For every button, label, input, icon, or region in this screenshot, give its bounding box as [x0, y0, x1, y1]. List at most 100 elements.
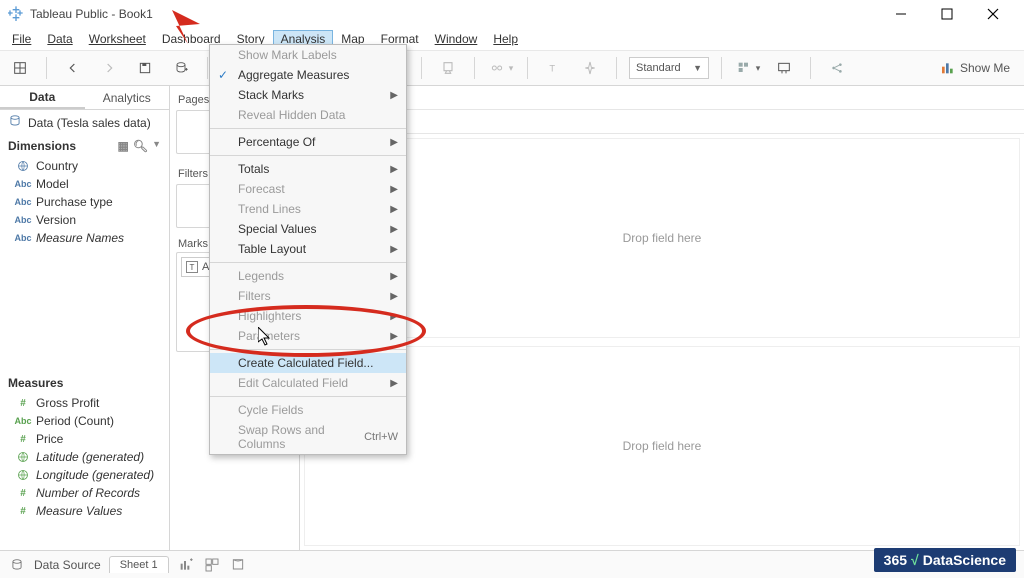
dimension-field[interactable]: AbcMeasure Names — [0, 229, 169, 247]
dimension-field[interactable]: Country — [0, 157, 169, 175]
new-dashboard-button[interactable] — [203, 556, 221, 574]
menu-parameters[interactable]: Parameters▶ — [210, 326, 406, 346]
minimize-button[interactable] — [878, 0, 924, 28]
search-icon[interactable]: 🔍︎ — [133, 139, 148, 153]
drop-zone-1[interactable]: Drop field here — [304, 138, 1020, 338]
field-label: Country — [36, 159, 78, 173]
workarea: Data Analytics Data (Tesla sales data) D… — [0, 86, 1024, 550]
field-label: Longitude (generated) — [36, 468, 154, 482]
menu-worksheet[interactable]: Worksheet — [81, 30, 154, 48]
measure-field[interactable]: Longitude (generated) — [0, 466, 169, 484]
menu-highlighters[interactable]: Highlighters▶ — [210, 306, 406, 326]
measures-header: Measures — [0, 372, 169, 394]
menu-window[interactable]: Window — [427, 30, 486, 48]
pin-button[interactable] — [576, 55, 604, 81]
group-button[interactable]: ▾ — [487, 55, 515, 81]
menu-create-calculated-field[interactable]: Create Calculated Field... — [210, 353, 406, 373]
watermark-prefix: 365 — [884, 552, 907, 568]
abc-icon: Abc — [16, 233, 30, 243]
dimensions-header: Dimensions ▦ 🔍︎ ▼ — [0, 135, 169, 157]
menu-swap-rows-columns[interactable]: Swap Rows and ColumnsCtrl+W — [210, 420, 406, 454]
watermark-brand: DataScience — [923, 552, 1006, 568]
field-label: Gross Profit — [36, 396, 99, 410]
drop-zone-2[interactable]: Drop field here — [304, 346, 1020, 546]
menu-edit-calculated-field[interactable]: Edit Calculated Field▶ — [210, 373, 406, 393]
close-button[interactable] — [970, 0, 1016, 28]
tab-data[interactable]: Data — [0, 86, 85, 109]
redo-button[interactable] — [95, 55, 123, 81]
field-label: Purchase type — [36, 195, 113, 209]
view-mode-icon[interactable]: ▦ — [118, 139, 129, 153]
maximize-button[interactable] — [924, 0, 970, 28]
measure-field[interactable]: #Price — [0, 430, 169, 448]
abc-icon: Abc — [16, 179, 30, 189]
field-label: Number of Records — [36, 486, 140, 500]
menu-totals[interactable]: Totals▶ — [210, 159, 406, 179]
menu-forecast[interactable]: Forecast▶ — [210, 179, 406, 199]
show-me-label: Show Me — [960, 61, 1010, 75]
menu-special-values[interactable]: Special Values▶ — [210, 219, 406, 239]
datasource-row[interactable]: Data (Tesla sales data) — [0, 110, 169, 135]
canvas: Drop field here Drop field here — [300, 86, 1024, 550]
menu-trend-lines[interactable]: Trend Lines▶ — [210, 199, 406, 219]
chevron-down-icon: ▼ — [693, 63, 702, 73]
field-label: Version — [36, 213, 76, 227]
window-title: Tableau Public - Book1 — [30, 7, 878, 21]
measure-field[interactable]: #Measure Values — [0, 502, 169, 520]
labels-button[interactable]: T — [540, 55, 568, 81]
hash-icon: # — [16, 488, 30, 499]
globe-icon — [16, 469, 30, 481]
measures-label: Measures — [8, 376, 63, 390]
text-icon: T — [186, 261, 198, 273]
checkmark-icon: √ — [911, 552, 919, 568]
new-story-button[interactable] — [229, 556, 247, 574]
abc-icon: Abc — [16, 215, 30, 225]
menu-table-layout[interactable]: Table Layout▶ — [210, 239, 406, 259]
menu-file[interactable]: File — [4, 30, 39, 48]
dimension-field[interactable]: AbcPurchase type — [0, 193, 169, 211]
dimension-field[interactable]: Abc Model — [0, 175, 169, 193]
analysis-dropdown-menu: Show Mark Labels ✓Aggregate Measures Sta… — [209, 44, 407, 455]
field-label: Model — [36, 177, 69, 191]
save-button[interactable] — [131, 55, 159, 81]
rows-shelf[interactable] — [300, 110, 1024, 134]
measure-field[interactable]: Abc Period (Count) — [0, 412, 169, 430]
measure-field[interactable]: # Number of Records — [0, 484, 169, 502]
menu-chevron-icon[interactable]: ▼ — [152, 139, 161, 153]
menu-stack-marks[interactable]: Stack Marks▶ — [210, 85, 406, 105]
globe-icon — [16, 160, 30, 172]
menu-percentage-of[interactable]: Percentage Of▶ — [210, 132, 406, 152]
show-me-button[interactable]: Show Me — [940, 60, 1018, 76]
undo-button[interactable] — [59, 55, 87, 81]
menu-legends[interactable]: Legends▶ — [210, 266, 406, 286]
presentation-button[interactable] — [770, 55, 798, 81]
abc-icon: Abc — [16, 416, 30, 426]
tab-analytics[interactable]: Analytics — [85, 86, 170, 109]
dimension-field[interactable]: Abc Version — [0, 211, 169, 229]
menu-data[interactable]: Data — [39, 30, 80, 48]
menu-cycle-fields[interactable]: Cycle Fields — [210, 400, 406, 420]
datasource-tab-label[interactable]: Data Source — [34, 558, 101, 572]
view-cards-button[interactable]: ▾ — [734, 55, 762, 81]
menu-aggregate-measures[interactable]: ✓Aggregate Measures — [210, 65, 406, 85]
menu-filters[interactable]: Filters▶ — [210, 286, 406, 306]
tableau-home-icon[interactable] — [6, 55, 34, 81]
fit-select[interactable]: Standard ▼ — [629, 57, 709, 79]
new-sheet-button[interactable] — [177, 556, 195, 574]
share-button[interactable] — [823, 55, 851, 81]
columns-shelf[interactable] — [300, 86, 1024, 110]
new-datasource-button[interactable] — [167, 55, 195, 81]
measures-list: #Gross ProfitAbcPeriod (Count)#PriceLati… — [0, 394, 169, 520]
menu-help[interactable]: Help — [485, 30, 526, 48]
highlight-button[interactable] — [434, 55, 462, 81]
sheet-tab-1[interactable]: Sheet 1 — [109, 556, 169, 573]
measure-field[interactable]: #Gross Profit — [0, 394, 169, 412]
menu-reveal-hidden[interactable]: Reveal Hidden Data — [210, 105, 406, 125]
tableau-logo-icon — [8, 5, 30, 24]
menu-show-mark-labels[interactable]: Show Mark Labels — [210, 45, 406, 65]
field-label: Period (Count) — [36, 414, 114, 428]
watermark: 365√DataScience — [874, 548, 1016, 572]
measure-field[interactable]: Latitude (generated) — [0, 448, 169, 466]
field-label: Price — [36, 432, 63, 446]
datasource-tab-icon[interactable] — [8, 556, 26, 574]
